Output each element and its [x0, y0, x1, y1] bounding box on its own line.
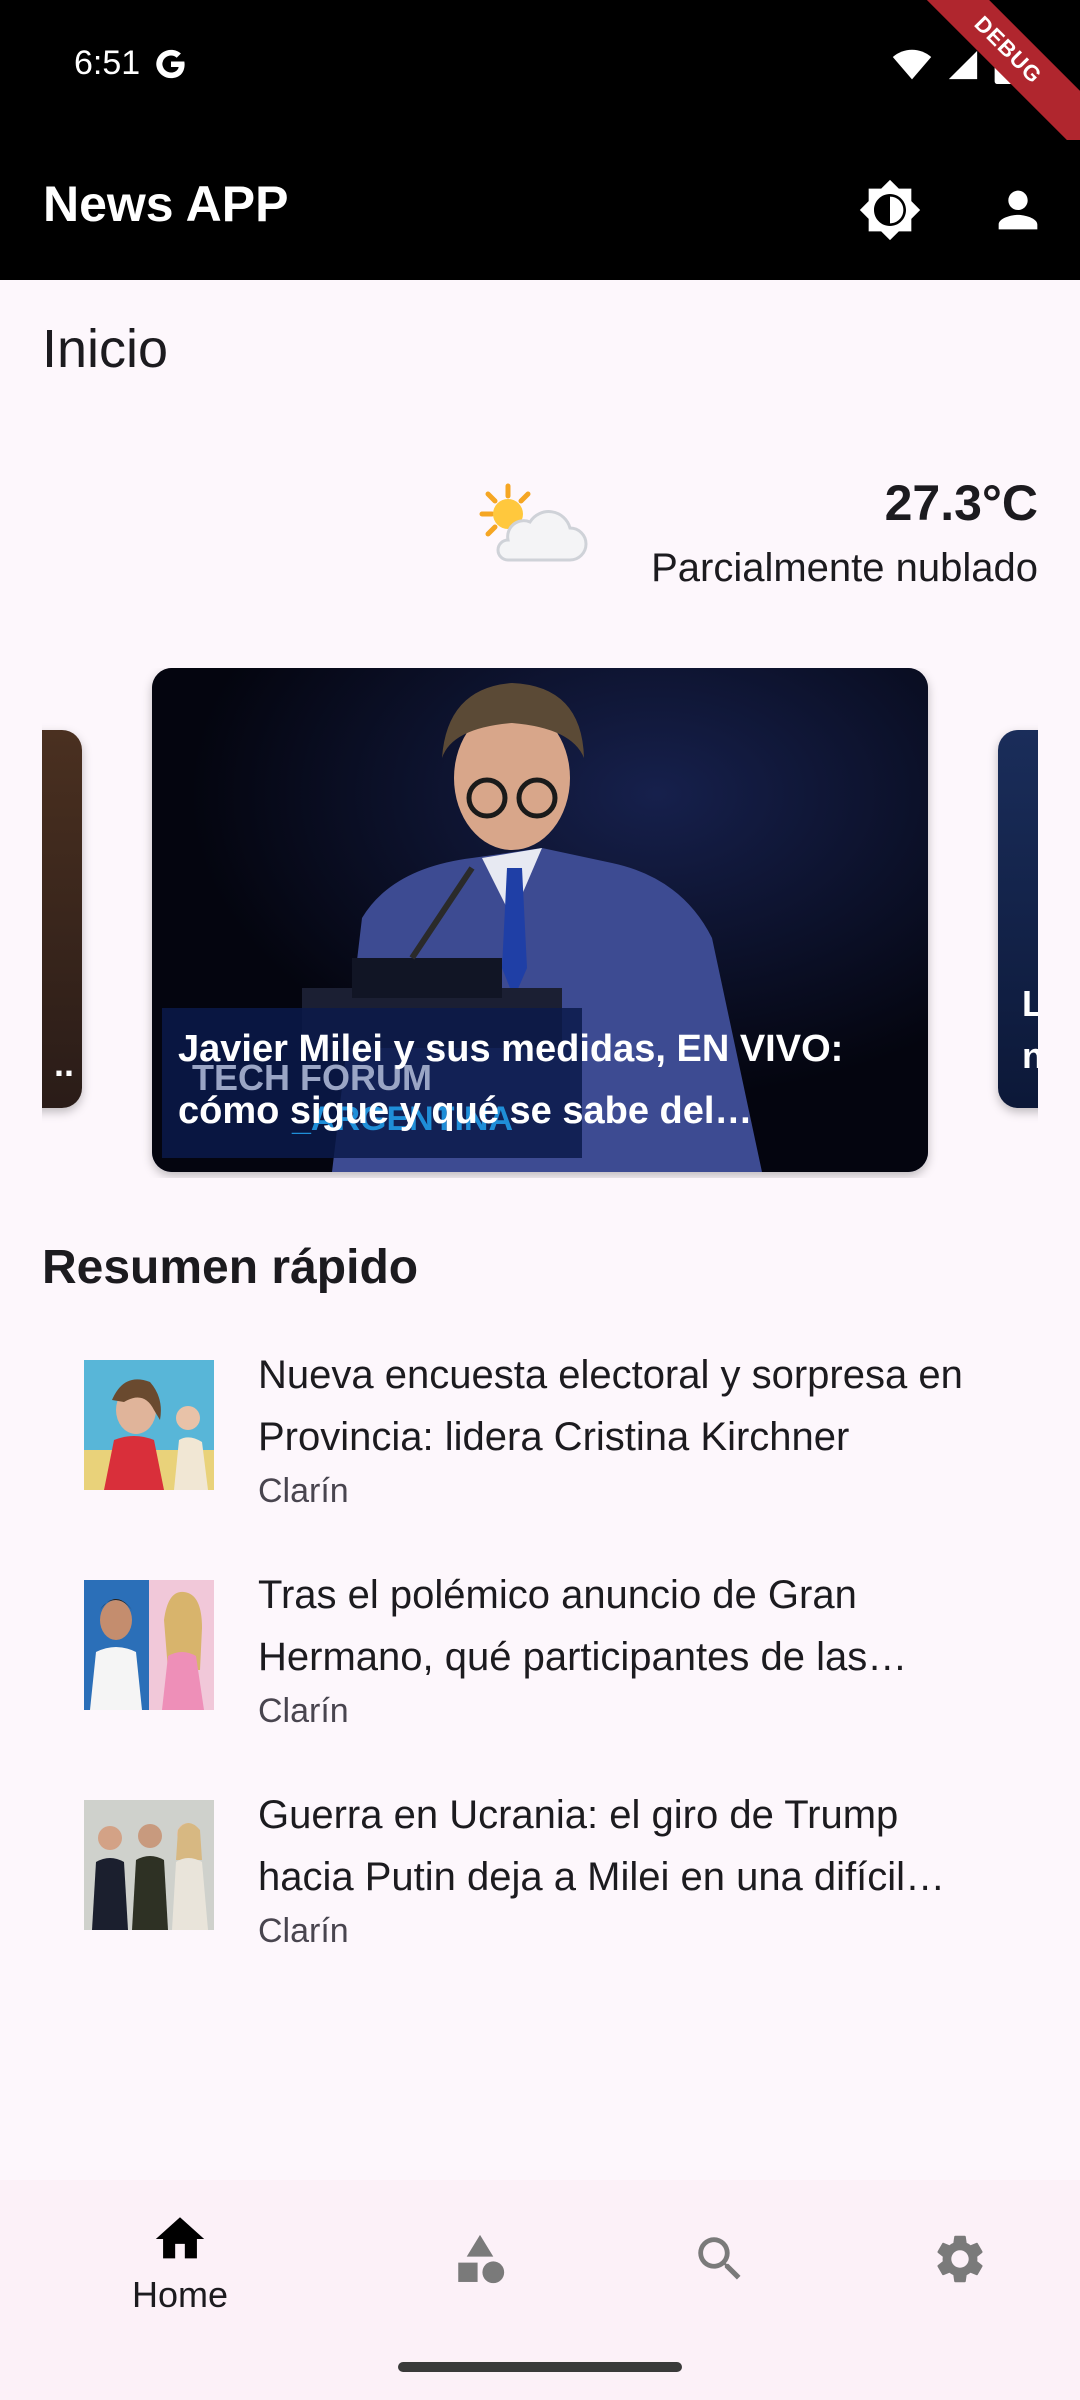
signal-icon: [948, 50, 978, 80]
status-bar: 6:51 DEBUG: [0, 0, 1080, 158]
summary-list: Nueva encuesta electoral y sorpresa en P…: [0, 1353, 1080, 2020]
brightness-icon: [859, 179, 921, 241]
weather-widget: 27.3°C Parcialmente nublado: [651, 474, 1038, 591]
news-source: Clarín: [258, 1472, 349, 1510]
weather-temperature: 27.3°C: [884, 475, 1038, 531]
list-item[interactable]: Guerra en Ucrania: el giro de Trump haci…: [0, 1793, 1080, 2020]
home-content[interactable]: Inicio 27.3°C Parcialmente nublado .. TE…: [0, 280, 1080, 2180]
wifi-icon: [892, 49, 932, 80]
news-thumbnail-image: [84, 1580, 214, 1710]
status-time: 6:51: [74, 44, 188, 83]
bottom-navigation-bar: Home: [0, 2180, 1080, 2400]
section-title-summary: Resumen rápido: [42, 1241, 419, 1294]
nav-item-categories[interactable]: [380, 2230, 580, 2360]
partly-cloudy-icon: [479, 483, 588, 562]
profile-button[interactable]: [978, 170, 1058, 250]
page-title: Inicio: [42, 319, 169, 379]
news-title: Guerra en Ucrania: el giro de Trump haci…: [258, 1793, 906, 1899]
home-icon: [155, 2217, 205, 2259]
news-thumbnail: [84, 1360, 214, 1490]
carousel-caption-featured: Javier Milei y sus medidas, EN VIVO: cóm…: [178, 1028, 844, 1132]
nav-item-search[interactable]: [620, 2230, 820, 2360]
carousel-card-next[interactable]: L n: [998, 730, 1038, 1108]
list-item[interactable]: Tras el polémico anuncio de Gran Hermano…: [0, 1573, 1080, 1800]
carousel-card-featured[interactable]: TECH FORUM _ARGENTINA Javier Milei y sus…: [152, 668, 928, 1172]
person-icon: [998, 190, 1038, 230]
news-thumbnail: [84, 1800, 214, 1930]
news-source: Clarín: [258, 1692, 349, 1730]
gesture-bar: [398, 2362, 682, 2372]
news-source: Clarín: [258, 1912, 349, 1950]
categories-icon: [458, 2234, 505, 2284]
list-item[interactable]: Nueva encuesta electoral y sorpresa en P…: [0, 1353, 1080, 1580]
app-bar: News APP: [0, 140, 1080, 280]
nav-label-home: Home: [131, 2274, 229, 2315]
carousel-caption-next: L n: [1022, 983, 1038, 1076]
news-thumbnail-image: [84, 1800, 214, 1930]
news-title: Tras el polémico anuncio de Gran Hermano…: [258, 1573, 868, 1679]
google-icon: [156, 49, 185, 78]
nav-item-home[interactable]: Home: [80, 2210, 280, 2340]
theme-toggle-button[interactable]: [850, 170, 930, 250]
carousel-card-previous[interactable]: ..: [42, 730, 82, 1108]
news-carousel[interactable]: .. TECH FORUM _ARGENTINA Javier Milei y …: [42, 668, 1038, 1178]
app-title: News APP: [43, 176, 289, 232]
clock: 6:51: [74, 44, 141, 82]
carousel-caption-previous: ..: [53, 1043, 74, 1084]
news-title: Nueva encuesta electoral y sorpresa en P…: [258, 1353, 963, 1459]
nav-item-settings[interactable]: [860, 2230, 1060, 2360]
search-icon: [698, 2237, 741, 2280]
settings-icon: [937, 2235, 983, 2283]
weather-description: Parcialmente nublado: [651, 546, 1038, 590]
news-thumbnail-image: [84, 1360, 214, 1490]
news-thumbnail: [84, 1580, 214, 1710]
